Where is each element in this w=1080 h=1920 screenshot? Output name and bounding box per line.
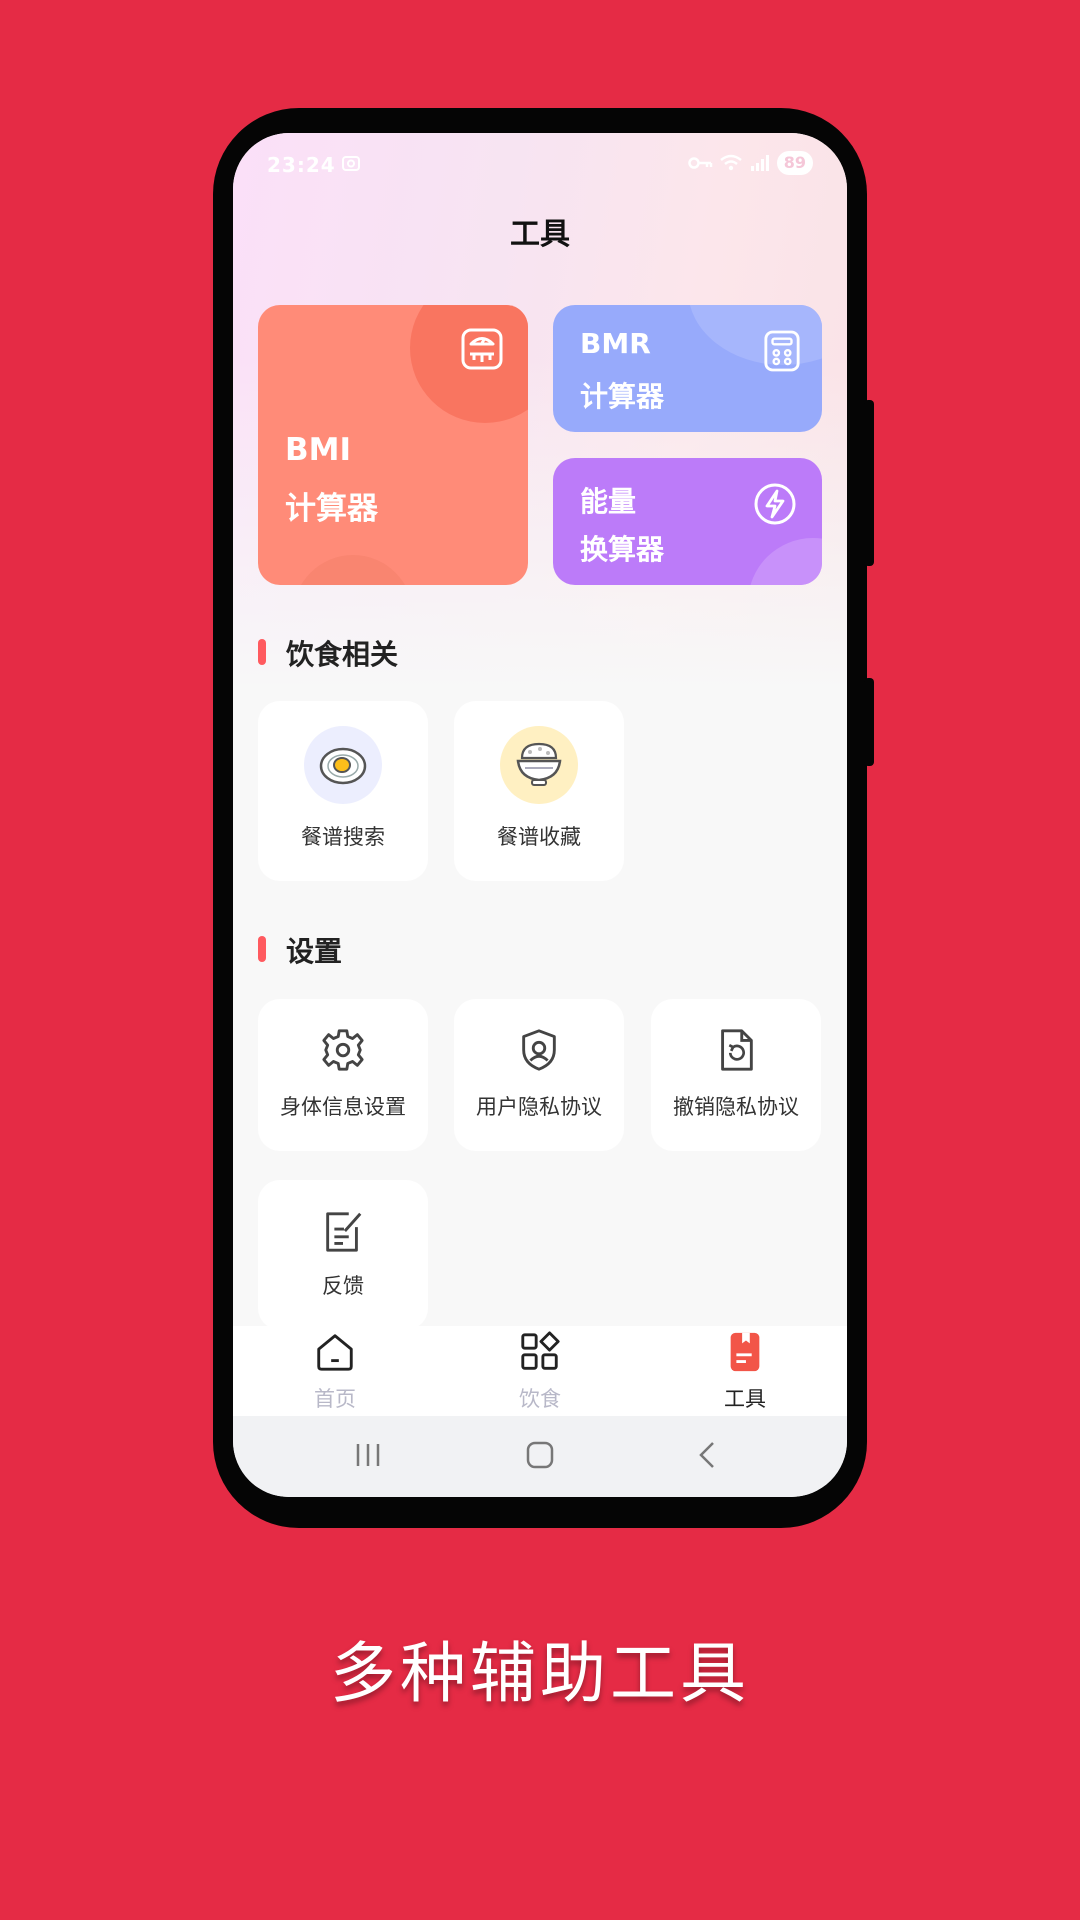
rice-bowl-icon [500,726,578,804]
section-accent-bar [258,936,266,962]
tab-label: 饮食 [519,1387,561,1411]
energy-card-title: 能量 [580,485,637,518]
tab-label: 工具 [724,1387,766,1411]
battery-indicator: 89 [776,151,813,175]
status-bar: 23:24 89 [233,133,847,193]
tile-label: 撤销隐私协议 [673,1095,799,1119]
status-time: 23:24 [267,153,336,177]
energy-card-subtitle: 换算器 [580,533,665,566]
recent-apps-icon[interactable] [353,1440,383,1470]
bottom-tab-bar: 首页 饮食 工具 [233,1326,847,1416]
card-decoration [748,538,822,585]
recipe-favorites-tile[interactable]: 餐谱收藏 [454,701,624,881]
card-decoration [293,555,413,585]
phone-volume-button [864,400,874,566]
calculator-icon [764,330,800,372]
system-navigation-bar [233,1416,847,1497]
tab-label: 首页 [314,1387,356,1411]
tab-home[interactable]: 首页 [233,1326,437,1416]
home-nav-icon[interactable] [525,1440,555,1470]
bmi-card-title: BMI [285,432,352,468]
grid-apps-icon [521,1331,560,1370]
bmi-calculator-card[interactable]: BMI 计算器 [258,305,528,585]
body-info-settings-tile[interactable]: 身体信息设置 [258,999,428,1151]
user-privacy-tile[interactable]: 用户隐私协议 [454,999,624,1151]
page-title: 工具 [510,217,570,252]
signal-icon [750,155,769,171]
section-title-text: 饮食相关 [286,638,399,671]
lightning-icon [754,483,796,525]
wifi-icon [719,154,742,171]
status-right: 89 [687,151,813,175]
feedback-tile[interactable]: 反馈 [258,1180,428,1330]
home-icon [317,1334,353,1371]
section-title-diet: 饮食相关 [258,633,398,673]
tab-tools[interactable]: 工具 [643,1326,847,1416]
energy-converter-card[interactable]: 能量 换算器 [553,458,822,585]
bmr-card-title: BMR [580,327,651,360]
vpn-key-icon [687,157,712,169]
recipe-search-tile[interactable]: 餐谱搜索 [258,701,428,881]
card-decoration [688,305,822,365]
bmr-calculator-card[interactable]: BMR 计算器 [553,305,822,432]
bmr-card-subtitle: 计算器 [580,380,665,413]
scale-icon [461,328,503,370]
fried-egg-icon [304,726,382,804]
document-revoke-icon [721,1029,753,1071]
tile-label: 反馈 [322,1274,364,1298]
bmi-card-subtitle: 计算器 [285,491,378,527]
shield-user-icon [522,1029,556,1071]
revoke-privacy-tile[interactable]: 撤销隐私协议 [651,999,821,1151]
tile-label: 用户隐私协议 [476,1095,602,1119]
tab-diet[interactable]: 饮食 [438,1326,642,1416]
tile-label: 身体信息设置 [280,1095,406,1119]
section-title-text: 设置 [286,935,343,968]
section-title-settings: 设置 [258,930,342,970]
section-accent-bar [258,639,266,665]
edit-note-icon [326,1212,362,1252]
back-icon[interactable] [693,1440,723,1470]
phone-power-button [864,678,874,766]
gear-icon [322,1029,364,1071]
tile-label: 餐谱收藏 [497,825,581,849]
tools-book-icon [730,1332,760,1372]
promo-caption: 多种辅助工具 [330,1635,750,1712]
phone-screen: 23:24 89 工具 BMI 计算器 BMR 计算器 能量 换算器 饮食相关 … [233,133,847,1497]
tile-label: 餐谱搜索 [301,825,385,849]
screenshot-icon [342,156,360,171]
